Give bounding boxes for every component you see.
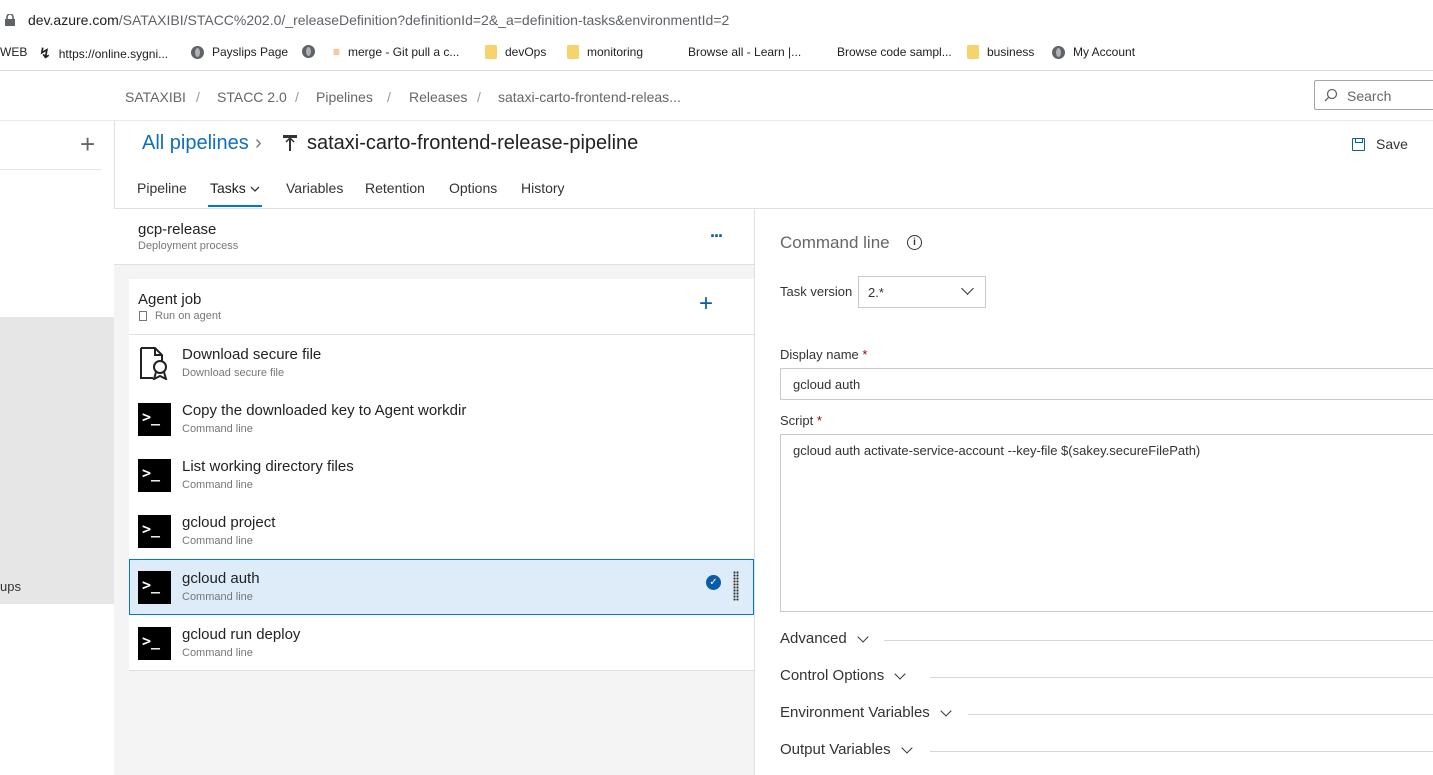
search-icon xyxy=(1324,88,1338,102)
task-item[interactable]: >_ gcloud project Command line xyxy=(129,503,754,559)
active-tab-indicator xyxy=(208,205,262,207)
breadcrumb-project[interactable]: STACC 2.0 xyxy=(217,89,287,105)
chevron-down-icon xyxy=(250,186,260,192)
folder-icon xyxy=(967,45,979,59)
rail-selected-area[interactable] xyxy=(0,317,114,604)
stage-header[interactable]: gcp-release Deployment process ... xyxy=(114,209,754,265)
save-button[interactable]: Save xyxy=(1352,136,1408,152)
stage-name: gcp-release xyxy=(138,221,217,238)
add-icon[interactable]: + xyxy=(80,131,95,157)
tab-tasks[interactable]: Tasks xyxy=(210,180,260,196)
environment-variables-section[interactable]: Environment Variables xyxy=(780,704,1433,721)
release-pipeline-icon xyxy=(283,135,297,151)
folder-icon xyxy=(485,45,497,59)
task-item[interactable]: >_ gcloud run deploy Command line xyxy=(129,615,754,671)
script-label: Script * xyxy=(780,413,822,428)
server-icon xyxy=(139,311,147,321)
url-text[interactable]: dev.azure.com/SATAXIBI/STACC%202.0/_rele… xyxy=(28,12,729,28)
globe-icon xyxy=(302,45,315,58)
agent-job-subtitle: Run on agent xyxy=(155,310,222,322)
lock-icon xyxy=(5,14,15,26)
bookmark-merge[interactable]: ≡ merge - Git pull a c... xyxy=(333,45,459,59)
chevron-down-icon xyxy=(900,741,913,754)
output-variables-section[interactable]: Output Variables xyxy=(780,741,1433,758)
stackoverflow-icon: ≡ xyxy=(333,45,341,59)
tab-retention[interactable]: Retention xyxy=(365,180,425,196)
bookmark-business[interactable]: business xyxy=(967,45,1034,59)
more-options-icon[interactable]: ... xyxy=(710,221,723,242)
bookmark-my-account[interactable]: My Account xyxy=(1052,45,1135,59)
bookmark-globe[interactable] xyxy=(302,45,323,58)
bookmarks-bar: WEB ↯ https://online.sygni... Payslips Pa… xyxy=(0,40,1433,71)
tab-pipeline[interactable]: Pipeline xyxy=(137,180,187,196)
task-version-select[interactable]: 2.* xyxy=(858,276,986,308)
folder-icon xyxy=(567,45,579,59)
address-bar[interactable]: dev.azure.com/SATAXIBI/STACC%202.0/_rele… xyxy=(0,0,1433,40)
bookmark-code-samples[interactable]: Browse code sampl... xyxy=(815,45,952,59)
bookmark-devops[interactable]: devOps xyxy=(485,45,546,59)
all-pipelines-link[interactable]: All pipelines xyxy=(142,132,249,155)
info-icon[interactable]: i xyxy=(907,235,922,250)
display-name-field[interactable]: gcloud auth xyxy=(780,368,1433,400)
bookmark-sygnia[interactable]: ↯ https://online.sygni... xyxy=(39,45,168,62)
search-input[interactable]: Search xyxy=(1314,80,1433,110)
chevron-down-icon xyxy=(894,667,906,680)
control-options-section[interactable]: Control Options xyxy=(780,667,1433,684)
breadcrumb-pipelines[interactable]: Pipelines xyxy=(316,89,373,105)
page-title: sataxi-carto-frontend-release-pipeline xyxy=(307,132,639,154)
bookmark-web[interactable]: WEB xyxy=(0,45,27,59)
tab-history[interactable]: History xyxy=(521,180,565,196)
left-rail: + ups xyxy=(0,121,115,775)
stage-subtitle: Deployment process xyxy=(138,240,239,252)
globe-icon xyxy=(191,45,204,59)
terminal-icon: >_ xyxy=(138,515,171,548)
terminal-icon: >_ xyxy=(138,627,171,660)
terminal-icon: >_ xyxy=(138,571,171,604)
breadcrumb: SATAXIBI / STACC 2.0 / Pipelines / Relea… xyxy=(0,72,1433,121)
breadcrumb-pipeline[interactable]: sataxi-carto-frontend-releas... xyxy=(498,89,681,105)
script-textarea[interactable]: gcloud auth activate-service-account --k… xyxy=(780,434,1433,612)
tab-options[interactable]: Options xyxy=(449,180,497,196)
microsoft-icon xyxy=(815,45,829,59)
advanced-section[interactable]: Advanced xyxy=(780,630,1433,647)
breadcrumb-org[interactable]: SATAXIBI xyxy=(125,89,186,105)
agent-job-name: Agent job xyxy=(138,291,202,308)
bookmark-payslips[interactable]: Payslips Page xyxy=(191,45,288,59)
microsoft-icon xyxy=(666,45,680,59)
task-item[interactable]: >_ Copy the downloaded key to Agent work… xyxy=(129,391,754,447)
rail-item-label[interactable]: ups xyxy=(0,579,21,594)
chevron-down-icon xyxy=(857,630,869,643)
terminal-icon: >_ xyxy=(138,459,171,492)
chevron-down-icon xyxy=(961,282,974,295)
breadcrumb-releases[interactable]: Releases xyxy=(409,89,467,105)
save-icon xyxy=(1352,137,1365,151)
task-version-label: Task version xyxy=(780,284,853,299)
secure-file-icon xyxy=(140,347,168,380)
sygnia-icon: ↯ xyxy=(39,45,51,61)
task-item-selected[interactable]: >_ gcloud auth Command line ✓ xyxy=(129,559,754,615)
display-name-label: Display name * xyxy=(780,347,868,362)
chevron-down-icon xyxy=(940,704,952,717)
task-item[interactable]: >_ List working directory files Command … xyxy=(129,447,754,503)
tab-variables[interactable]: Variables xyxy=(286,180,343,196)
drag-handle-icon[interactable] xyxy=(733,571,739,601)
bookmark-monitoring[interactable]: monitoring xyxy=(567,45,643,59)
chevron-right-icon: › xyxy=(255,132,262,154)
task-item[interactable]: Download secure file Download secure fil… xyxy=(129,335,754,391)
add-task-icon[interactable]: + xyxy=(699,291,713,317)
terminal-icon: >_ xyxy=(138,403,171,436)
agent-job[interactable]: Agent job Run on agent + xyxy=(129,279,754,335)
globe-icon xyxy=(1052,45,1065,59)
checkmark-icon: ✓ xyxy=(706,575,721,590)
task-title: Command line xyxy=(780,233,890,252)
bookmark-learn[interactable]: Browse all - Learn |... xyxy=(666,45,801,59)
